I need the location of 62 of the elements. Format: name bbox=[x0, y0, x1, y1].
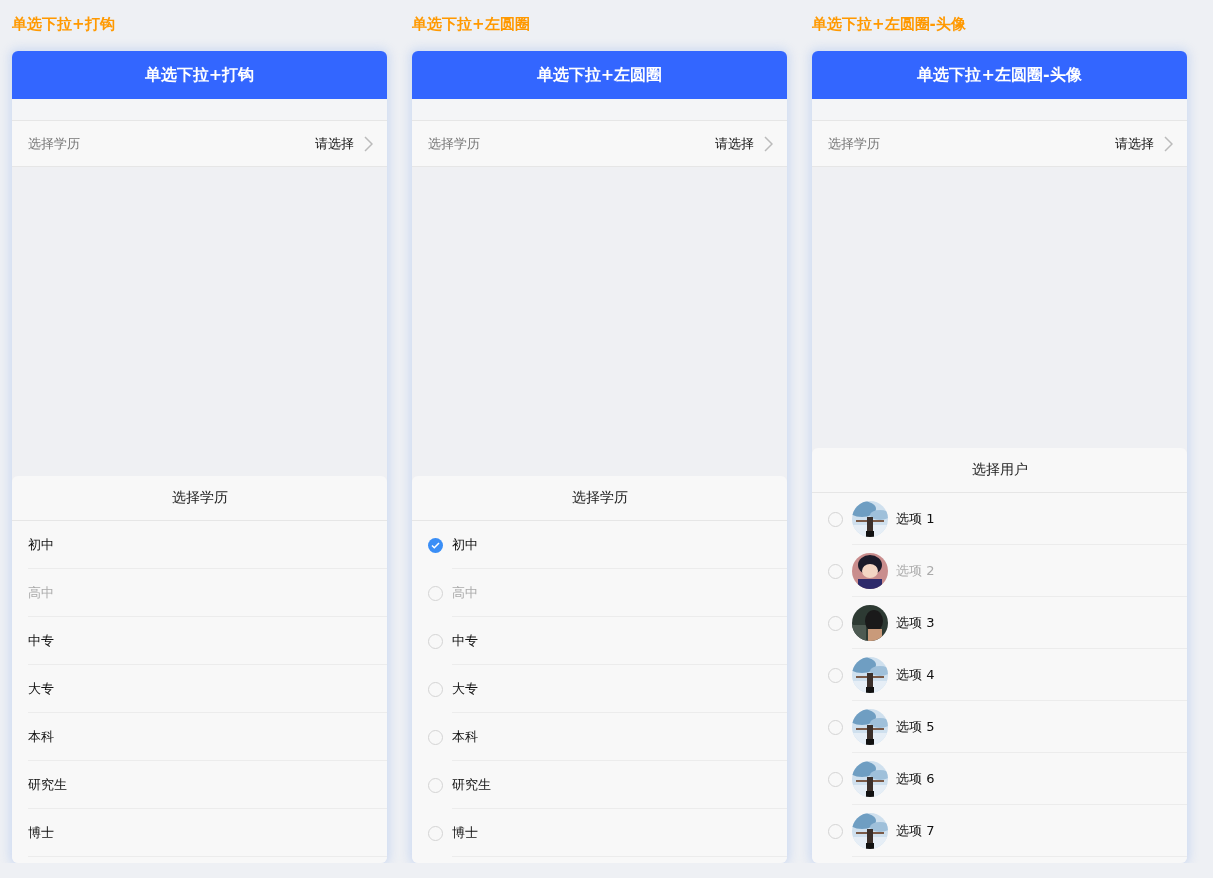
option-label: 本科 bbox=[452, 728, 479, 746]
option-item[interactable]: 选项 7 bbox=[812, 805, 1187, 857]
option-label: 选项 4 bbox=[896, 666, 936, 684]
option-label: 选项 7 bbox=[896, 822, 936, 840]
option-item[interactable]: 研究生 bbox=[12, 761, 387, 809]
field-value: 请选择 bbox=[315, 134, 354, 153]
option-item[interactable]: 大专 bbox=[12, 665, 387, 713]
option-label: 选项 6 bbox=[896, 770, 936, 788]
option-item[interactable]: 初中 bbox=[12, 521, 387, 569]
option-item[interactable]: 博士 bbox=[412, 809, 787, 857]
option-item[interactable]: 选项 1 bbox=[812, 493, 1187, 545]
radio-button[interactable] bbox=[428, 537, 443, 553]
option-label: 选项 2 bbox=[896, 562, 936, 580]
demo-heading: 单选下拉+左圆圈 bbox=[412, 14, 530, 35]
nav-title: 单选下拉+左圆圈-头像 bbox=[917, 64, 1082, 86]
sheet-title: 选择学历 bbox=[171, 489, 228, 507]
option-item[interactable]: 中专 bbox=[12, 617, 387, 665]
option-item[interactable]: 选项 4 bbox=[812, 649, 1187, 701]
field-label: 选择学历 bbox=[828, 134, 881, 153]
nav-title: 单选下拉+打钩 bbox=[144, 64, 255, 86]
option-item[interactable]: 本科 bbox=[12, 713, 387, 761]
option-label: 中专 bbox=[452, 632, 479, 650]
option-label: 初中 bbox=[452, 536, 479, 554]
option-label: 高中 bbox=[452, 584, 479, 602]
option-item[interactable]: 本科 bbox=[412, 713, 787, 761]
option-label: 高中 bbox=[28, 584, 55, 602]
sheet-title: 选择用户 bbox=[971, 461, 1028, 479]
demo-heading: 单选下拉+打钩 bbox=[12, 14, 115, 35]
option-item[interactable]: 选项 3 bbox=[812, 597, 1187, 649]
field-label: 选择学历 bbox=[428, 134, 481, 153]
option-label: 大专 bbox=[452, 680, 479, 698]
option-label: 研究生 bbox=[452, 776, 492, 794]
option-label: 选项 5 bbox=[896, 718, 936, 736]
field-value: 请选择 bbox=[715, 134, 754, 153]
field-value: 请选择 bbox=[1115, 134, 1154, 153]
chevron-right-icon bbox=[364, 135, 373, 152]
check-icon bbox=[431, 541, 440, 549]
demo-heading: 单选下拉+左圆圈-头像 bbox=[812, 14, 966, 35]
option-label: 中专 bbox=[28, 632, 55, 650]
select-field[interactable]: 选择学历 请选择 bbox=[412, 121, 787, 167]
option-item[interactable]: 中专 bbox=[412, 617, 787, 665]
sheet-title: 选择学历 bbox=[571, 489, 628, 507]
option-label: 本科 bbox=[28, 728, 55, 746]
option-label: 大专 bbox=[28, 680, 55, 698]
option-item[interactable]: 博士 bbox=[12, 809, 387, 857]
option-item[interactable]: 研究生 bbox=[412, 761, 787, 809]
field-label: 选择学历 bbox=[28, 134, 81, 153]
option-label: 博士 bbox=[452, 824, 479, 842]
option-label: 选项 3 bbox=[896, 614, 936, 632]
option-item[interactable]: 选项 6 bbox=[812, 753, 1187, 805]
chevron-right-icon bbox=[764, 135, 773, 152]
nav-title: 单选下拉+左圆圈 bbox=[536, 64, 663, 86]
option-item[interactable]: 大专 bbox=[412, 665, 787, 713]
chevron-right-icon bbox=[1164, 135, 1173, 152]
option-label: 研究生 bbox=[28, 776, 68, 794]
option-label: 选项 1 bbox=[896, 510, 936, 528]
select-field[interactable]: 选择学历 请选择 bbox=[12, 121, 387, 167]
option-item[interactable]: 选项 5 bbox=[812, 701, 1187, 753]
select-field[interactable]: 选择学历 请选择 bbox=[812, 121, 1187, 167]
option-label: 初中 bbox=[28, 536, 55, 554]
option-item[interactable]: 初中 bbox=[412, 521, 787, 569]
option-label: 博士 bbox=[28, 824, 55, 842]
